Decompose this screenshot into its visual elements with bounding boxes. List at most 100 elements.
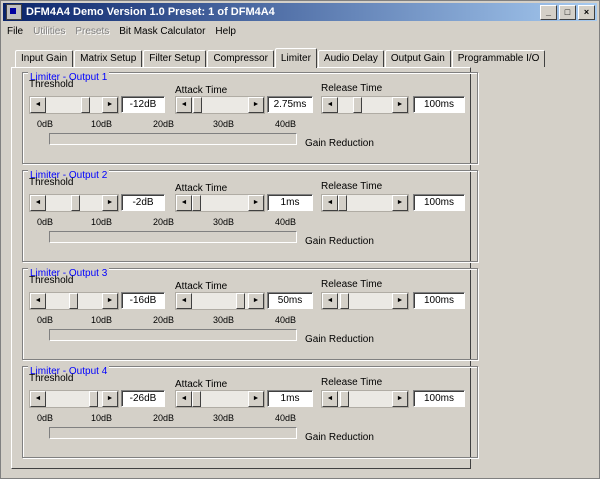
tab-programmable-io[interactable]: Programmable I/O — [451, 50, 546, 67]
arrow-left-icon[interactable]: ◄ — [30, 97, 46, 113]
gain-reduction-label: Gain Reduction — [305, 432, 374, 443]
arrow-left-icon[interactable]: ◄ — [176, 391, 192, 407]
release-time-slider[interactable]: ◄ ► — [321, 390, 409, 408]
threshold-label: Threshold — [29, 275, 74, 286]
release-time-slider[interactable]: ◄ ► — [321, 96, 409, 114]
threshold-slider-thumb[interactable] — [88, 391, 98, 407]
attack-time-slider-thumb[interactable] — [192, 195, 201, 211]
app-icon[interactable] — [6, 4, 22, 20]
minimize-button[interactable]: _ — [540, 4, 557, 20]
meter-tick: 0dB — [37, 217, 54, 227]
release-time-value: 100ms — [413, 390, 465, 407]
arrow-right-icon[interactable]: ► — [102, 97, 118, 113]
arrow-right-icon[interactable]: ► — [102, 195, 118, 211]
arrow-left-icon[interactable]: ◄ — [322, 195, 338, 211]
arrow-left-icon[interactable]: ◄ — [176, 97, 192, 113]
threshold-label: Threshold — [29, 177, 74, 188]
threshold-slider-thumb[interactable] — [68, 293, 78, 309]
tab-audio-delay[interactable]: Audio Delay — [317, 50, 384, 67]
tab-strip: Input Gain Matrix Setup Filter Setup Com… — [15, 47, 546, 68]
meter-tick: 10dB — [91, 217, 113, 227]
arrow-right-icon[interactable]: ► — [248, 391, 264, 407]
arrow-right-icon[interactable]: ► — [102, 293, 118, 309]
release-time-label: Release Time — [321, 279, 383, 290]
release-time-label: Release Time — [321, 83, 383, 94]
release-time-value: 100ms — [413, 194, 465, 211]
limiter-group-output-1: Limiter - Output 1 Threshold Attack Time… — [22, 72, 478, 164]
arrow-left-icon[interactable]: ◄ — [322, 293, 338, 309]
threshold-slider[interactable]: ◄ ► — [29, 194, 119, 212]
limiter-panel: Limiter - Output 1 Threshold Attack Time… — [11, 67, 478, 469]
arrow-left-icon[interactable]: ◄ — [176, 195, 192, 211]
release-time-slider[interactable]: ◄ ► — [321, 292, 409, 310]
arrow-right-icon[interactable]: ► — [392, 391, 408, 407]
menu-presets[interactable]: Presets — [71, 26, 115, 37]
arrow-right-icon[interactable]: ► — [392, 293, 408, 309]
menu-bit-mask-calculator[interactable]: Bit Mask Calculator — [115, 26, 211, 37]
attack-time-label: Attack Time — [175, 85, 228, 96]
meter-tick: 10dB — [91, 119, 113, 129]
tab-matrix-setup[interactable]: Matrix Setup — [74, 50, 143, 67]
arrow-right-icon[interactable]: ► — [392, 97, 408, 113]
attack-time-slider[interactable]: ◄ ► — [175, 292, 265, 310]
release-time-label: Release Time — [321, 181, 383, 192]
gain-reduction-meter — [49, 329, 297, 341]
arrow-right-icon[interactable]: ► — [248, 195, 264, 211]
attack-time-slider-thumb[interactable] — [192, 391, 201, 407]
tab-filter-setup[interactable]: Filter Setup — [143, 50, 207, 67]
threshold-slider[interactable]: ◄ ► — [29, 390, 119, 408]
release-time-slider-thumb[interactable] — [338, 195, 347, 211]
release-time-slider-thumb[interactable] — [353, 97, 363, 113]
meter-tick: 40dB — [275, 315, 297, 325]
tab-output-gain[interactable]: Output Gain — [384, 50, 451, 67]
release-time-slider-thumb[interactable] — [340, 391, 350, 407]
tab-limiter[interactable]: Limiter — [274, 48, 317, 68]
limiter-group-output-4: Limiter - Output 4 Threshold Attack Time… — [22, 366, 478, 458]
gain-reduction-label: Gain Reduction — [305, 138, 374, 149]
attack-time-slider[interactable]: ◄ ► — [175, 96, 265, 114]
arrow-left-icon[interactable]: ◄ — [322, 97, 338, 113]
attack-time-value: 50ms — [267, 292, 313, 309]
meter-tick: 0dB — [37, 315, 54, 325]
close-button[interactable]: × — [578, 4, 595, 20]
threshold-value: -2dB — [121, 194, 165, 211]
arrow-left-icon[interactable]: ◄ — [322, 391, 338, 407]
gain-reduction-meter — [49, 231, 297, 243]
attack-time-slider-thumb[interactable] — [192, 97, 202, 113]
menu-file[interactable]: File — [3, 26, 29, 37]
meter-tick: 0dB — [37, 413, 54, 423]
meter-tick: 30dB — [213, 315, 235, 325]
attack-time-slider-thumb[interactable] — [235, 293, 245, 309]
maximize-button[interactable]: □ — [559, 4, 576, 20]
gain-reduction-meter — [49, 133, 297, 145]
threshold-slider[interactable]: ◄ ► — [29, 292, 119, 310]
arrow-left-icon[interactable]: ◄ — [30, 391, 46, 407]
arrow-right-icon[interactable]: ► — [392, 195, 408, 211]
threshold-slider-thumb[interactable] — [81, 97, 91, 113]
arrow-left-icon[interactable]: ◄ — [176, 293, 192, 309]
arrow-left-icon[interactable]: ◄ — [30, 195, 46, 211]
release-time-slider-thumb[interactable] — [340, 293, 350, 309]
threshold-slider[interactable]: ◄ ► — [29, 96, 119, 114]
meter-tick: 30dB — [213, 119, 235, 129]
gain-reduction-label: Gain Reduction — [305, 334, 374, 345]
tab-input-gain[interactable]: Input Gain — [15, 50, 74, 67]
title-bar[interactable]: DFM4A4 Demo Version 1.0 Preset: 1 of DFM… — [3, 3, 597, 21]
arrow-right-icon[interactable]: ► — [248, 97, 264, 113]
release-time-slider[interactable]: ◄ ► — [321, 194, 409, 212]
tab-compressor[interactable]: Compressor — [207, 50, 274, 67]
arrow-right-icon[interactable]: ► — [102, 391, 118, 407]
limiter-group-output-3: Limiter - Output 3 Threshold Attack Time… — [22, 268, 478, 360]
release-time-value: 100ms — [413, 96, 465, 113]
menu-help[interactable]: Help — [211, 26, 242, 37]
attack-time-slider[interactable]: ◄ ► — [175, 390, 265, 408]
attack-time-label: Attack Time — [175, 183, 228, 194]
attack-time-slider[interactable]: ◄ ► — [175, 194, 265, 212]
release-time-value: 100ms — [413, 292, 465, 309]
attack-time-label: Attack Time — [175, 281, 228, 292]
arrow-right-icon[interactable]: ► — [248, 293, 264, 309]
threshold-label: Threshold — [29, 373, 74, 384]
menu-utilities[interactable]: Utilities — [29, 26, 71, 37]
arrow-left-icon[interactable]: ◄ — [30, 293, 46, 309]
threshold-slider-thumb[interactable] — [70, 195, 80, 211]
